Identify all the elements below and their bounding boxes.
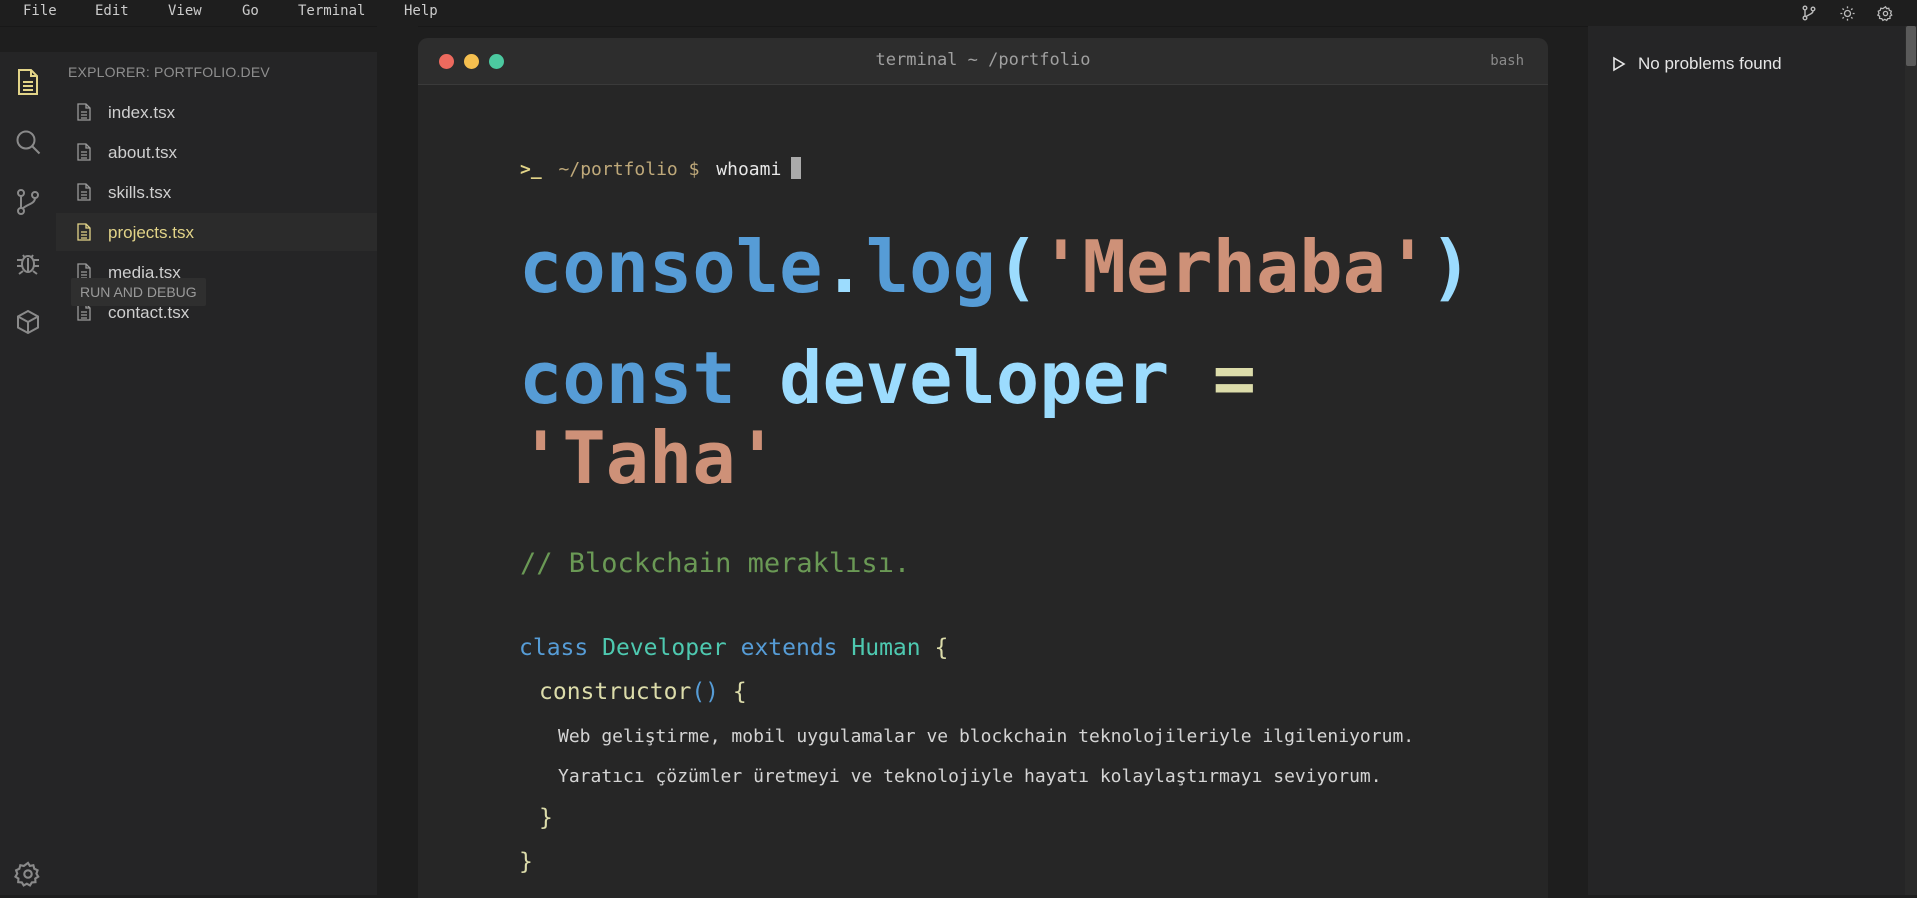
file-icon	[77, 143, 91, 161]
scrollbar[interactable]	[1905, 26, 1917, 895]
terminal-window: terminal ~ /portfolio bash >_ ~/portfoli…	[418, 38, 1548, 898]
class-declaration-line: class Developer extends Human {	[519, 635, 948, 661]
explorer-title: EXPLORER: PORTFOLIO.DEV	[68, 64, 270, 80]
file-item-index[interactable]: index.tsx	[56, 93, 377, 131]
menu-go[interactable]: Go	[242, 3, 259, 19]
constructor-line: constructor() {	[539, 679, 747, 705]
body-text-line: Yaratıcı çözümler üretmeyi ve teknolojiy…	[558, 766, 1382, 787]
code-type: Developer	[602, 635, 727, 661]
prompt-command: whoami	[716, 159, 782, 180]
code-string: 'Merhaba'	[1039, 225, 1430, 309]
code-brace: }	[539, 805, 553, 831]
code-string: 'Taha'	[519, 416, 780, 500]
menu-view[interactable]: View	[168, 3, 202, 19]
file-name: about.tsx	[108, 143, 177, 162]
extensions-icon[interactable]	[12, 306, 44, 338]
prompt-path: ~/portfolio $	[558, 159, 700, 180]
code-operator: =	[1212, 336, 1256, 420]
settings-gear-icon[interactable]	[12, 858, 44, 890]
terminal-header: terminal ~ /portfolio bash	[418, 38, 1548, 85]
git-branch-icon[interactable]	[1797, 2, 1821, 24]
menu-bar: File Edit View Go Terminal Help	[0, 0, 1917, 27]
menu-terminal[interactable]: Terminal	[298, 3, 365, 19]
file-icon	[77, 103, 91, 121]
const-value-line: 'Taha'	[519, 422, 779, 494]
file-name: projects.tsx	[108, 223, 194, 242]
body-text-line: Web geliştirme, mobil uygulamalar ve blo…	[558, 726, 1415, 747]
code-keyword: extends	[740, 635, 838, 661]
code-comment: // Blockchain meraklısı.	[520, 548, 911, 579]
text-cursor	[791, 157, 802, 179]
problems-text: No problems found	[1638, 54, 1782, 73]
file-name: skills.tsx	[108, 183, 172, 202]
explorer-panel: EXPLORER: PORTFOLIO.DEV index.tsx about.…	[56, 52, 377, 895]
play-icon	[1613, 56, 1626, 72]
code-keyword: const	[519, 336, 736, 420]
code-type: Human	[851, 635, 921, 661]
file-icon	[77, 223, 91, 241]
code-brace: }	[519, 849, 533, 875]
code-function: constructor	[539, 679, 692, 705]
prompt-symbol: >_	[520, 159, 542, 180]
menu-edit[interactable]: Edit	[95, 3, 129, 19]
tooltip-run-and-debug: RUN AND DEBUG	[71, 278, 206, 306]
code-token: .	[822, 225, 866, 309]
const-declaration-line: const developer =	[519, 342, 1256, 414]
file-name: index.tsx	[108, 103, 176, 122]
code-token: )	[1429, 225, 1473, 309]
prompt-line: >_ ~/portfolio $ whoami	[520, 157, 802, 180]
file-icon	[77, 183, 91, 201]
code-keyword: class	[519, 635, 589, 661]
menu-file[interactable]: File	[23, 3, 57, 19]
code-token: console	[519, 225, 823, 309]
menu-help[interactable]: Help	[404, 3, 438, 19]
code-brace: {	[934, 635, 949, 661]
terminal-shell-label: bash	[1490, 53, 1524, 69]
code-token: log	[865, 225, 996, 309]
gutter	[377, 26, 418, 895]
scrollbar-thumb[interactable]	[1906, 26, 1916, 66]
sun-icon[interactable]	[1835, 2, 1859, 24]
file-name: contact.tsx	[108, 303, 190, 322]
problems-row[interactable]: No problems found	[1612, 54, 1782, 74]
file-item-about[interactable]: about.tsx	[56, 133, 377, 171]
source-control-icon[interactable]	[12, 186, 44, 218]
debug-icon[interactable]	[12, 246, 44, 278]
search-icon[interactable]	[12, 126, 44, 158]
terminal-title: terminal ~ /portfolio	[875, 50, 1091, 70]
problems-panel: No problems found	[1588, 26, 1917, 895]
gear-icon[interactable]	[1873, 2, 1897, 24]
activity-bar	[0, 52, 56, 895]
file-item-projects[interactable]: projects.tsx	[56, 213, 377, 251]
code-brace: {	[732, 679, 747, 705]
file-item-skills[interactable]: skills.tsx	[56, 173, 377, 211]
code-variable: developer	[779, 336, 1170, 420]
files-icon[interactable]	[12, 66, 44, 98]
code-parens: ()	[691, 679, 720, 705]
code-token: (	[995, 225, 1040, 309]
console-log-line: console.log('Merhaba')	[519, 231, 1473, 303]
